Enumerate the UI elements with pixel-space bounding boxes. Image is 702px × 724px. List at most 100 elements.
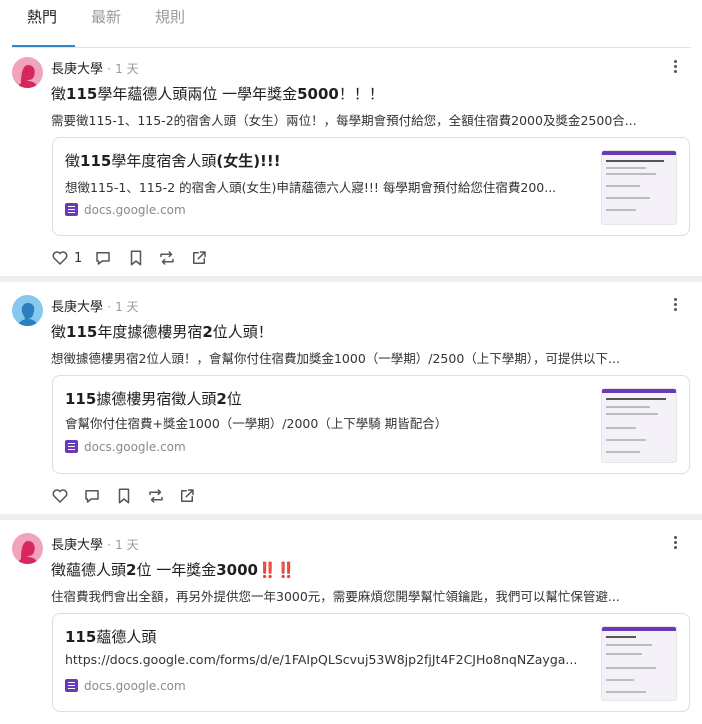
post-time: 1 天	[115, 62, 139, 76]
post-card[interactable]: 長庚大學 · 1 天 徵蘊德人頭2位 一年獎金3000‼️‼️ 住宿費我們會出全…	[0, 520, 702, 724]
post-excerpt: 需要徵115-1、115-2的宿舍人頭（女生）兩位！，每學期會預付給您，全額住宿…	[51, 113, 637, 128]
title-part: 學年蘊德人頭兩位 一學年獎金	[97, 85, 298, 103]
title-part: 位	[226, 390, 242, 408]
title-part: 2	[216, 390, 227, 408]
title-part: 3000	[216, 561, 258, 579]
link-preview-card[interactable]: 徵115學年度宿舍人頭(女生)!!! 想徵115-1、115-2 的宿舍人頭(女…	[52, 137, 690, 236]
comment-button[interactable]	[83, 486, 101, 506]
title-part: 據德樓男宿徵人頭	[96, 390, 217, 408]
heart-icon	[52, 489, 68, 503]
post-title[interactable]: 徵115年度據德樓男宿2位人頭！	[51, 321, 273, 342]
share-button[interactable]	[178, 486, 196, 506]
link-description: 會幫你付住宿費+獎金1000（一學期）/2000（上下學騎 期皆配合）	[65, 416, 448, 431]
comment-button[interactable]	[94, 248, 112, 268]
share-button[interactable]	[190, 248, 208, 268]
title-part: 徵	[51, 85, 67, 103]
like-button[interactable]: 1	[51, 248, 82, 268]
post-title[interactable]: 徵蘊德人頭2位 一年獎金3000‼️‼️	[51, 559, 295, 580]
title-part: 115	[65, 390, 97, 408]
like-button[interactable]	[51, 486, 74, 506]
author-name[interactable]: 長庚大學	[51, 300, 103, 315]
post-time: 1 天	[115, 300, 139, 314]
link-thumbnail	[601, 150, 677, 225]
link-title: 徵115學年度宿舍人頭(女生)!!!	[65, 150, 281, 171]
link-domain: docs.google.com	[84, 440, 186, 454]
bookmark-button[interactable]	[127, 248, 145, 268]
post-meta: 長庚大學 · 1 天	[51, 534, 139, 553]
feed-tabs: 熱門 最新 規則	[0, 0, 702, 48]
link-domain: docs.google.com	[84, 679, 186, 693]
post-card[interactable]: 長庚大學 · 1 天 徵115學年蘊德人頭兩位 一學年獎金5000！！！ 需要徵…	[0, 48, 702, 276]
post-meta: 長庚大學 · 1 天	[51, 58, 139, 77]
repost-icon	[160, 251, 174, 265]
link-source: docs.google.com	[65, 679, 186, 693]
meta-dot: ·	[107, 62, 111, 76]
bookmark-icon	[130, 250, 142, 266]
author-name[interactable]: 長庚大學	[51, 538, 103, 553]
comment-icon	[85, 490, 99, 503]
tab-latest[interactable]: 最新	[91, 6, 121, 27]
link-domain: docs.google.com	[84, 203, 186, 217]
post-title[interactable]: 徵115學年蘊德人頭兩位 一學年獎金5000！！！	[51, 83, 384, 104]
post-card[interactable]: 長庚大學 · 1 天 徵115年度據德樓男宿2位人頭！ 想徵據德樓男宿2位人頭！…	[0, 282, 702, 514]
heart-icon	[52, 251, 68, 265]
bookmark-button[interactable]	[115, 486, 133, 506]
avatar[interactable]	[12, 57, 43, 88]
author-name[interactable]: 長庚大學	[51, 62, 103, 77]
repost-button[interactable]	[147, 486, 165, 506]
more-vertical-icon[interactable]	[667, 296, 683, 316]
share-icon	[193, 251, 206, 264]
repost-icon	[149, 489, 163, 503]
title-part: 2	[126, 561, 137, 579]
meta-dot: ·	[107, 538, 111, 552]
link-description: https://docs.google.com/forms/d/e/1FAIpQ…	[65, 652, 578, 667]
tab-rules[interactable]: 規則	[155, 6, 185, 27]
more-vertical-icon[interactable]	[667, 534, 683, 554]
title-part: 5000	[297, 85, 339, 103]
bookmark-icon	[118, 488, 130, 504]
title-part: 年度據德樓男宿	[97, 323, 203, 341]
link-title: 115蘊德人頭	[65, 626, 156, 647]
post-meta: 長庚大學 · 1 天	[51, 296, 139, 315]
title-part: 蘊德人頭	[96, 628, 157, 646]
title-part: 徵蘊德人頭	[51, 561, 127, 579]
link-source: docs.google.com	[65, 440, 186, 454]
title-part: 115	[65, 628, 97, 646]
post-time: 1 天	[115, 538, 139, 552]
link-thumbnail	[601, 388, 677, 463]
tab-hot[interactable]: 熱門	[27, 6, 57, 27]
repost-button[interactable]	[158, 248, 176, 268]
google-forms-icon	[65, 679, 78, 692]
title-part: ！！！	[338, 85, 384, 103]
post-excerpt: 住宿費我們會出全額，再另外提供您一年3000元，需要麻煩您開學幫忙領鑰匙，我們可…	[51, 589, 620, 604]
title-part: (女生)!!!	[216, 152, 281, 170]
comment-icon	[96, 252, 110, 265]
post-excerpt: 想徵據德樓男宿2位人頭！，會幫你付住宿費加獎金1000（一學期）/2500（上下…	[51, 351, 620, 366]
title-part: 學年度宿舍人頭	[111, 152, 217, 170]
title-part: 115	[66, 85, 98, 103]
google-forms-icon	[65, 440, 78, 453]
title-part: 徵	[51, 323, 67, 341]
title-part: 徵	[65, 152, 81, 170]
share-icon	[181, 489, 194, 502]
title-part: 位人頭！	[212, 323, 273, 341]
more-vertical-icon[interactable]	[667, 58, 683, 78]
meta-dot: ·	[107, 300, 111, 314]
link-title: 115據德樓男宿徵人頭2位	[65, 388, 242, 409]
avatar[interactable]	[12, 533, 43, 564]
title-part: 位 一年獎金	[136, 561, 217, 579]
link-source: docs.google.com	[65, 203, 186, 217]
title-part: 115	[66, 323, 98, 341]
link-thumbnail	[601, 626, 677, 701]
post-actions: 1	[51, 248, 221, 268]
link-preview-card[interactable]: 115蘊德人頭 https://docs.google.com/forms/d/…	[52, 613, 690, 712]
link-preview-card[interactable]: 115據德樓男宿徵人頭2位 會幫你付住宿費+獎金1000（一學期）/2000（上…	[52, 375, 690, 474]
title-part: 115	[80, 152, 112, 170]
post-actions	[51, 486, 221, 506]
double-exclamation-emoji: ‼️‼️	[257, 561, 296, 579]
google-forms-icon	[65, 203, 78, 216]
link-description: 想徵115-1、115-2 的宿舍人頭(女生)申請蘊德六人寢!!! 每學期會預付…	[65, 180, 557, 195]
like-count: 1	[74, 250, 83, 266]
avatar[interactable]	[12, 295, 43, 326]
title-part: 2	[202, 323, 213, 341]
